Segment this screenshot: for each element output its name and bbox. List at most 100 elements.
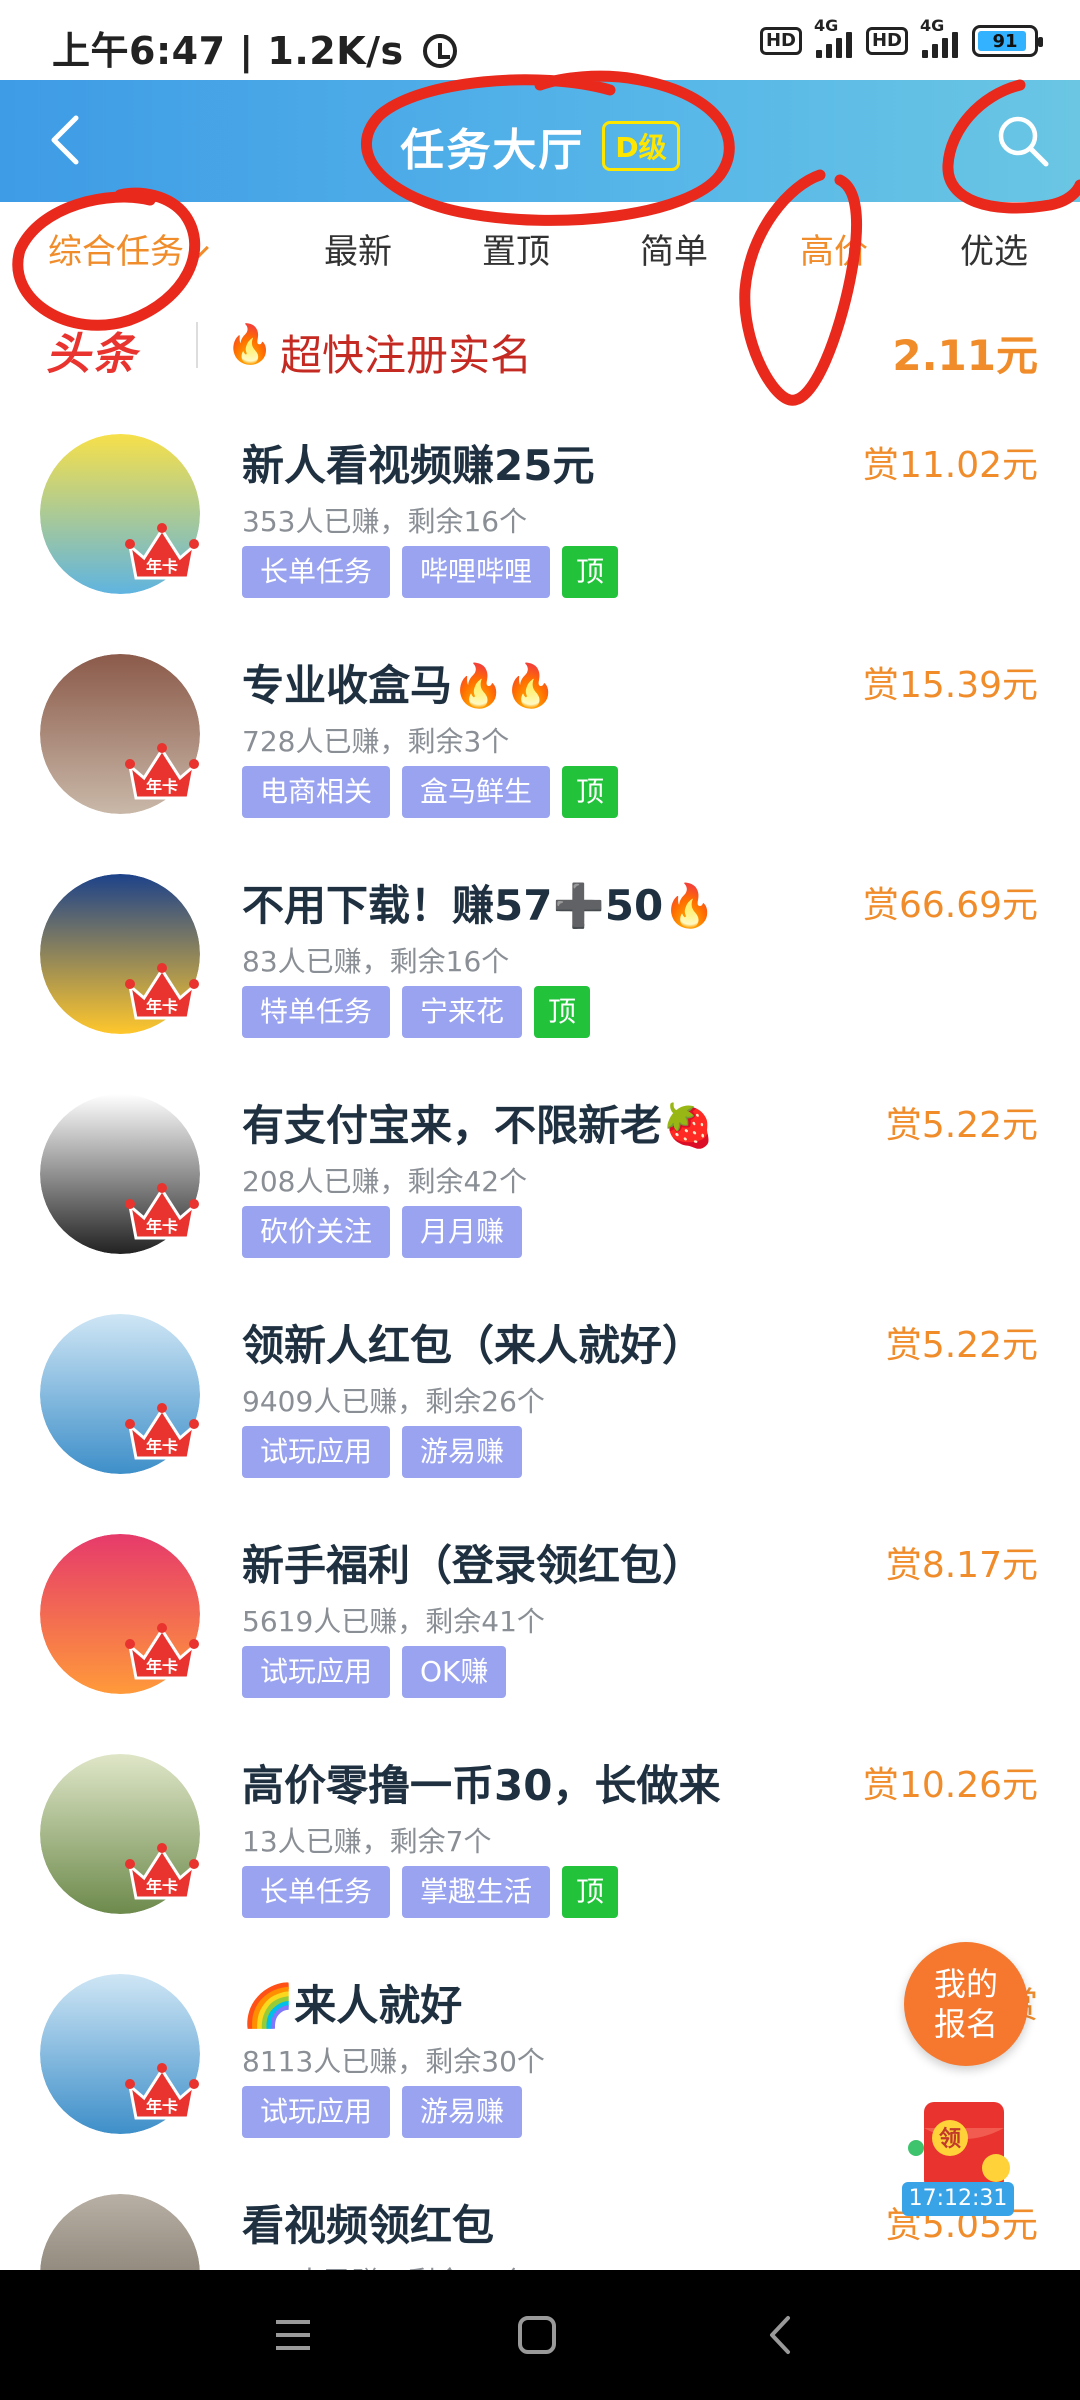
level-badge[interactable]: D级 — [602, 121, 680, 171]
task-tag: 试玩应用 — [242, 1426, 391, 1478]
task-title: 🌈来人就好 — [242, 1981, 463, 2030]
svg-text:年卡: 年卡 — [146, 1437, 178, 1456]
task-tags: 特单任务 宁来花顶 — [242, 986, 591, 1038]
pinned-badge: 顶 — [562, 766, 619, 818]
task-tag: 电商相关 — [242, 766, 391, 818]
task-tag: 砍价关注 — [242, 1206, 391, 1258]
task-stats: 353人已赚，剩余16个 — [242, 505, 528, 538]
svg-text:年卡: 年卡 — [146, 1657, 178, 1676]
app-header: 任务大厅 D级 — [0, 80, 1080, 202]
task-title: 不用下载！赚57➕50🔥 — [242, 881, 716, 930]
task-tag: 盒马鲜生 — [402, 766, 551, 818]
task-tags: 长单任务 哔哩哔哩顶 — [242, 546, 619, 598]
svg-text:年卡: 年卡 — [146, 1877, 178, 1896]
task-reward: 赏15.39元 — [862, 665, 1038, 706]
task-tags: 试玩应用 OK赚 — [242, 1646, 507, 1698]
task-stats: 83人已赚，剩余16个 — [242, 945, 510, 978]
tab-comprehensive[interactable]: 综合任务 — [48, 224, 209, 273]
task-tags: 电商相关 盒马鲜生顶 — [242, 766, 619, 818]
task-title: 新手福利（登录领红包） — [242, 1541, 705, 1590]
chevron-down-icon — [189, 238, 209, 258]
task-tag: 长单任务 — [242, 546, 391, 598]
pinned-badge: 顶 — [562, 546, 619, 598]
task-reward: 赏5.22元 — [885, 1325, 1038, 1366]
tab-latest[interactable]: 最新 — [324, 224, 392, 273]
my-signup-button[interactable]: 我的 报名 — [904, 1942, 1028, 2066]
search-icon[interactable] — [992, 110, 1054, 172]
header-title-group: 任务大厅 D级 — [0, 114, 1080, 178]
tab-simple[interactable]: 简单 — [640, 224, 708, 273]
countdown-timer: 17:12:31 — [902, 2182, 1014, 2216]
status-network-speed: 1.2K/s — [267, 29, 404, 73]
home-icon[interactable] — [512, 2310, 562, 2360]
page-title: 任务大厅 — [400, 125, 585, 176]
task-stats: 13人已赚，剩余7个 — [242, 1825, 492, 1858]
annual-card-crown-icon: 年卡 — [125, 523, 199, 580]
status-time: 上午6:47 — [52, 29, 226, 73]
task-tag: OK赚 — [402, 1646, 507, 1698]
task-title: 高价零撸一币30，长做来 — [242, 1761, 721, 1810]
back-icon[interactable] — [756, 2310, 806, 2360]
task-stats: 5619人已赚，剩余41个 — [242, 1605, 545, 1638]
divider — [196, 322, 198, 368]
task-tags: 试玩应用 游易赚 — [242, 1426, 523, 1478]
task-tag: 宁来花 — [402, 986, 523, 1038]
task-title: 新人看视频赚25元 — [242, 441, 595, 490]
pinned-badge: 顶 — [534, 986, 591, 1038]
filter-tabs: 综合任务 最新 置顶 简单 高价 优选 — [0, 202, 1080, 292]
annual-card-crown-icon: 年卡 — [125, 2063, 199, 2120]
task-title: 看视频领红包 — [242, 2201, 495, 2250]
task-row[interactable]: 年卡 专业收盒马🔥🔥 728人已赚，剩余3个电商相关 盒马鲜生顶 赏15.39元 — [0, 630, 1080, 850]
status-bar: 上午6:47 | 1.2K/s HD 4G HD 4G 91 — [0, 0, 1080, 80]
task-row[interactable]: 年卡 有支付宝来，不限新老🍓 208人已赚，剩余42个砍价关注 月月赚 赏5.22元 — [0, 1070, 1080, 1290]
task-reward: 赏8.17元 — [885, 1545, 1038, 1586]
task-title: 有支付宝来，不限新老🍓 — [242, 1101, 715, 1150]
task-reward: 赏11.02元 — [862, 445, 1038, 486]
headline-tag: 头条 — [46, 329, 138, 380]
headline-banner[interactable]: 头条 🔥 超快注册实名 2.11元 — [0, 300, 1080, 392]
tab-high-price[interactable]: 高价 — [800, 224, 868, 273]
task-tag: 哔哩哔哩 — [402, 546, 551, 598]
task-row[interactable]: 年卡 新手福利（登录领红包） 5619人已赚，剩余41个试玩应用 OK赚 赏8.17元 — [0, 1510, 1080, 1730]
annual-card-crown-icon: 年卡 — [125, 1183, 199, 1240]
task-row[interactable]: 年卡 领新人红包（来人就好） 9409人已赚，剩余26个试玩应用 游易赚 赏5.22元 — [0, 1290, 1080, 1510]
task-stats: 208人已赚，剩余42个 — [242, 1165, 528, 1198]
task-reward: 赏10.26元 — [862, 1765, 1038, 1806]
annual-card-crown-icon: 年卡 — [125, 1843, 199, 1900]
svg-text:年卡: 年卡 — [146, 777, 178, 796]
task-title: 专业收盒马🔥🔥 — [242, 661, 557, 710]
annual-card-crown-icon: 年卡 — [125, 963, 199, 1020]
tab-preferred[interactable]: 优选 — [960, 224, 1028, 273]
svg-text:年卡: 年卡 — [146, 997, 178, 1016]
hd-icon: HD — [865, 27, 908, 55]
task-tag: 游易赚 — [402, 2086, 523, 2138]
task-tag: 特单任务 — [242, 986, 391, 1038]
task-row[interactable]: 年卡 高价零撸一币30，长做来 13人已赚，剩余7个长单任务 掌趣生活顶 赏10.26元 — [0, 1730, 1080, 1950]
svg-text:年卡: 年卡 — [146, 557, 178, 576]
menu-icon[interactable] — [268, 2310, 318, 2360]
task-reward: 赏5.22元 — [885, 1105, 1038, 1146]
task-tags: 砍价关注 月月赚 — [242, 1206, 523, 1258]
tab-pinned[interactable]: 置顶 — [482, 224, 550, 273]
task-stats: 8113人已赚，剩余30个 — [242, 2045, 545, 2078]
svg-text:领: 领 — [939, 2126, 961, 2152]
signal-icon: 4G — [814, 16, 852, 58]
task-title: 领新人红包（来人就好） — [242, 1321, 705, 1370]
task-tag: 长单任务 — [242, 1866, 391, 1918]
task-row[interactable]: 年卡 新人看视频赚25元 353人已赚，剩余16个长单任务 哔哩哔哩顶 赏11.02元 — [0, 410, 1080, 630]
fire-icon: 🔥 — [226, 322, 274, 366]
status-indicators: HD 4G HD 4G 91 — [759, 16, 1043, 58]
status-time-speed: 上午6:47 | 1.2K/s — [52, 20, 458, 75]
task-tags: 长单任务 掌趣生活顶 — [242, 1866, 619, 1918]
task-stats: 728人已赚，剩余3个 — [242, 725, 510, 758]
task-tag: 试玩应用 — [242, 1646, 391, 1698]
annual-card-crown-icon: 年卡 — [125, 743, 199, 800]
task-row[interactable]: 年卡 不用下载！赚57➕50🔥 83人已赚，剩余16个 特单任务 宁来花顶 赏66.69元 — [0, 850, 1080, 1070]
task-tags: 试玩应用 游易赚 — [242, 2086, 523, 2138]
task-tag: 游易赚 — [402, 1426, 523, 1478]
pinned-badge: 顶 — [562, 1866, 619, 1918]
task-stats: 9409人已赚，剩余26个 — [242, 1385, 545, 1418]
battery-icon: 91 — [972, 25, 1043, 57]
headline-text: 超快注册实名 — [280, 331, 533, 380]
annual-card-crown-icon: 年卡 — [125, 1623, 199, 1680]
